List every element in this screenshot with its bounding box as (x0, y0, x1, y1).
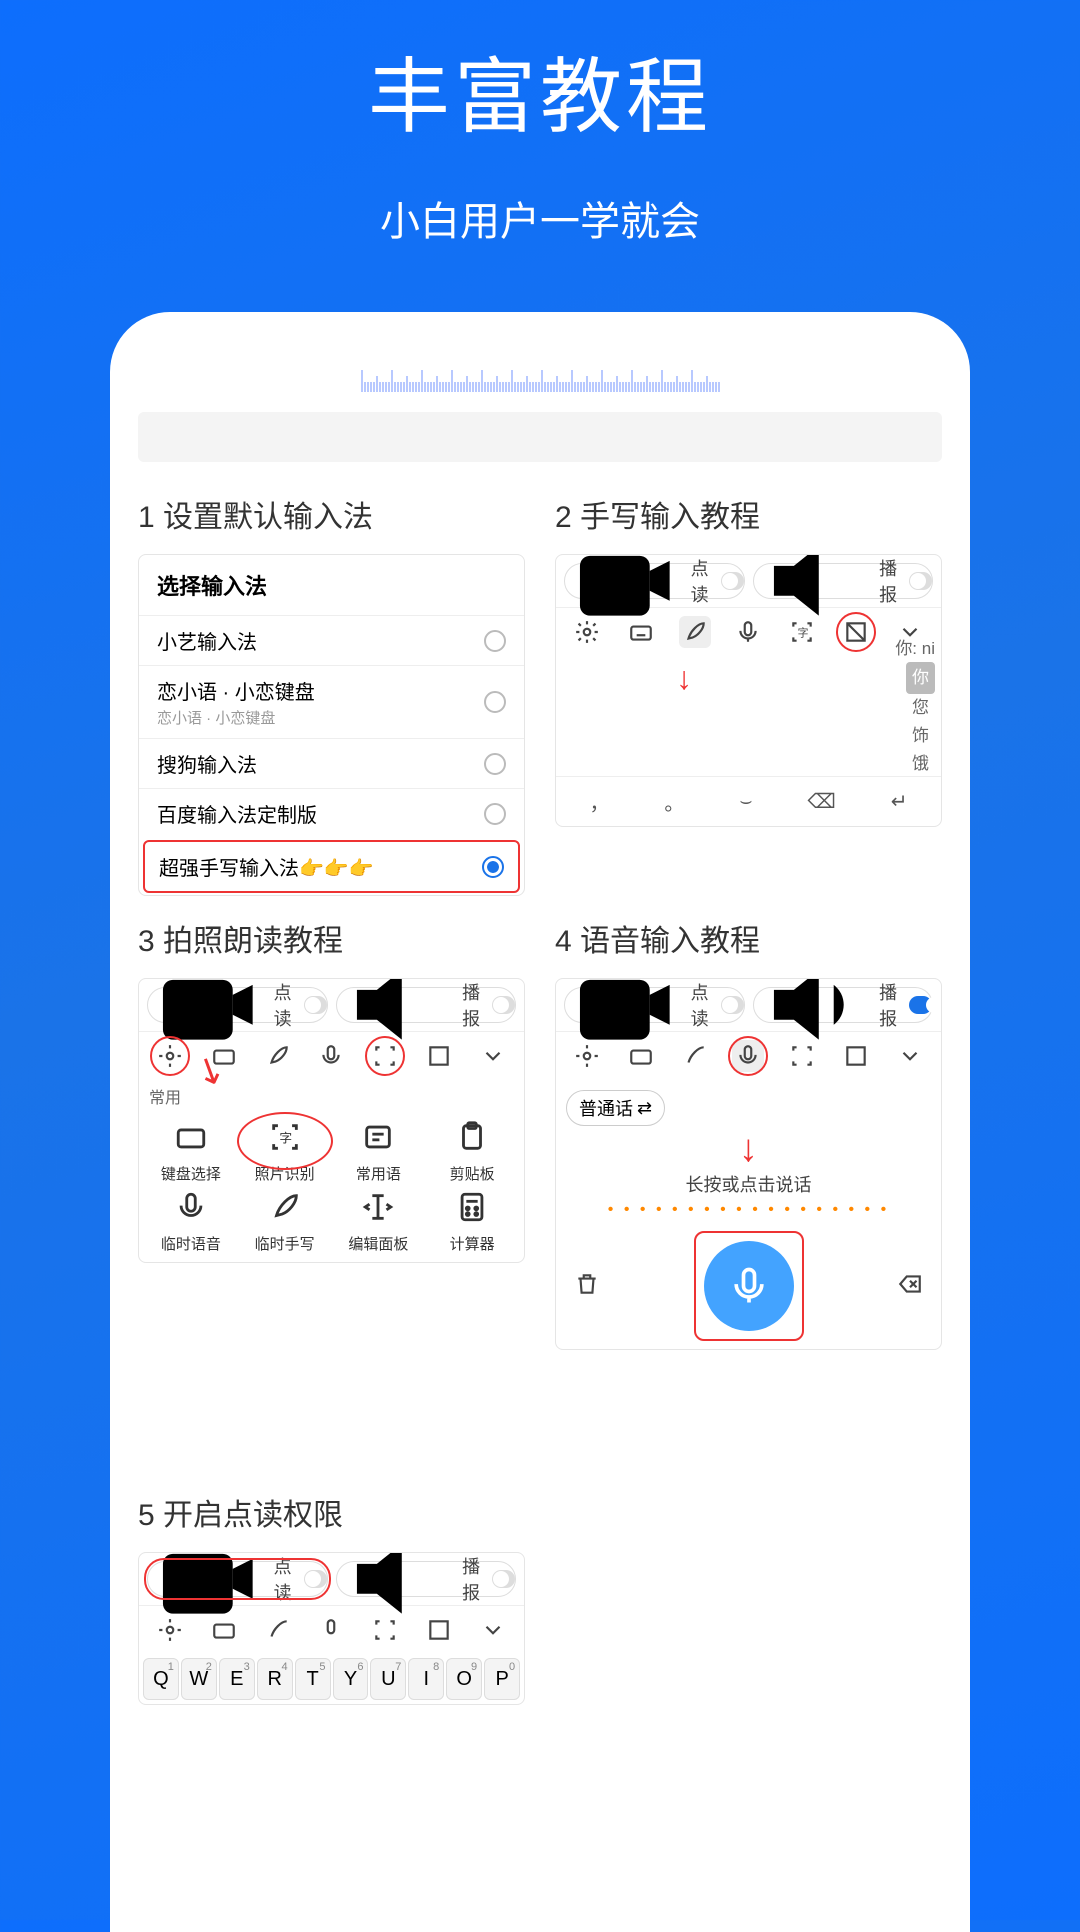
scan-icon[interactable]: 字 (786, 616, 818, 648)
tool-calculator[interactable]: 计算器 (428, 1190, 516, 1254)
ime-selector-heading: 选择输入法 (139, 555, 524, 615)
resize-icon[interactable] (840, 1040, 872, 1072)
key-p[interactable]: P0 (484, 1658, 520, 1700)
tutorial-4-title: 4 语音输入教程 (555, 916, 942, 960)
backspace-key[interactable]: ⌫ (808, 789, 836, 814)
ime-option[interactable]: 小艺输入法 (139, 615, 524, 665)
resize-icon[interactable] (423, 1040, 455, 1072)
tool-photo-ocr[interactable]: 字照片识别 (241, 1120, 329, 1184)
handwrite-area[interactable]: ↓ 你: ni 你 您 饰 饿 (556, 656, 941, 776)
key-e[interactable]: E3 (219, 1658, 255, 1700)
mic-icon (727, 1264, 771, 1308)
chevron-down-icon[interactable] (894, 1040, 926, 1072)
tool-temp-handwrite[interactable]: 临时手写 (241, 1190, 329, 1254)
qwerty-row: Q1W2E3R4T5Y6U7I8O9P0 (139, 1654, 524, 1704)
keyboard-icon[interactable] (625, 1040, 657, 1072)
chevron-down-icon[interactable] (477, 1614, 509, 1646)
ime-option-selected[interactable]: 超强手写输入法👉👉👉 (143, 840, 520, 893)
feather-icon[interactable] (262, 1614, 294, 1646)
ime-selector-card: 选择输入法 小艺输入法 恋小语 · 小恋键盘恋小语 · 小恋键盘 搜狗输入法 百… (138, 554, 525, 896)
ime-option[interactable]: 搜狗输入法 (139, 738, 524, 788)
read-toggle[interactable]: 点读 (564, 987, 745, 1023)
scan-icon[interactable] (369, 1040, 401, 1072)
trash-icon[interactable] (574, 1271, 600, 1302)
mic-button[interactable] (704, 1241, 794, 1331)
candidate-list[interactable]: 你 您 饰 饿 (906, 662, 935, 778)
pinyin-label: 你: ni (895, 634, 935, 659)
ime-option[interactable]: 百度输入法定制版 (139, 788, 524, 838)
key-r[interactable]: R4 (257, 1658, 293, 1700)
page-header: 丰富教程 小白用户一学就会 (0, 0, 1080, 247)
chevron-down-icon[interactable] (477, 1040, 509, 1072)
tap-read-card: 点读 播报 Q1W2E3R4T5Y6U7I8O9P0 (138, 1552, 525, 1705)
svg-text:字: 字 (798, 625, 809, 639)
page-title: 丰富教程 (0, 30, 1080, 149)
radio-icon-selected (482, 856, 504, 878)
tutorial-1-title: 1 设置默认输入法 (138, 492, 525, 536)
resize-icon[interactable] (840, 616, 872, 648)
key-i[interactable]: I8 (408, 1658, 444, 1700)
key-y[interactable]: Y6 (333, 1658, 369, 1700)
key-o[interactable]: O9 (446, 1658, 482, 1700)
photo-read-card: 点读 播报 常用 ↘ (138, 978, 525, 1263)
key-u[interactable]: U7 (370, 1658, 406, 1700)
page-subtitle: 小白用户一学就会 (0, 189, 1080, 247)
speak-toggle[interactable]: 播报 (336, 1561, 517, 1597)
scan-icon[interactable] (369, 1614, 401, 1646)
mic-icon[interactable] (315, 1040, 347, 1072)
settings-icon[interactable] (154, 1614, 186, 1646)
red-arrow-icon: ↓ (556, 1128, 941, 1171)
period-key[interactable]: 。 (664, 787, 684, 816)
voice-input-card: 点读 播报 普通话 ⇄ ↓ (555, 978, 942, 1350)
key-t[interactable]: T5 (295, 1658, 331, 1700)
radio-icon (484, 753, 506, 775)
read-toggle[interactable]: 点读 (147, 987, 328, 1023)
radio-icon (484, 803, 506, 825)
keyboard-icon[interactable] (208, 1614, 240, 1646)
phone-frame: 1 设置默认输入法 选择输入法 小艺输入法 恋小语 · 小恋键盘恋小语 · 小恋… (110, 312, 970, 1932)
tool-keyboard-select[interactable]: 键盘选择 (147, 1120, 235, 1184)
radio-icon (484, 691, 506, 713)
key-q[interactable]: Q1 (143, 1658, 179, 1700)
mic-icon[interactable] (315, 1614, 347, 1646)
backspace-icon[interactable] (897, 1271, 923, 1302)
ime-option[interactable]: 恋小语 · 小恋键盘恋小语 · 小恋键盘 (139, 665, 524, 738)
audio-ruler (138, 362, 942, 392)
read-toggle[interactable]: 点读 (564, 563, 745, 599)
tool-edit-panel[interactable]: 编辑面板 (335, 1190, 423, 1254)
handwrite-card: 点读 播报 字 ↓ (555, 554, 942, 827)
comma-key[interactable]: ， (589, 787, 609, 816)
waveform-dots: • • • • • • • • • • • • • • • • • • (556, 1197, 941, 1223)
mic-icon[interactable] (732, 1040, 764, 1072)
speak-toggle[interactable]: 播报 (753, 563, 934, 599)
speak-toggle-on[interactable]: 播报 (753, 987, 934, 1023)
scan-icon[interactable] (786, 1040, 818, 1072)
voice-hint: 长按或点击说话 (556, 1171, 941, 1197)
settings-icon[interactable] (571, 1040, 603, 1072)
resize-icon[interactable] (423, 1614, 455, 1646)
key-w[interactable]: W2 (181, 1658, 217, 1700)
enter-key[interactable]: ↵ (891, 789, 908, 814)
tutorial-5-title: 5 开启点读权限 (138, 1490, 525, 1534)
space-key[interactable]: ⌣ (739, 790, 752, 813)
keyboard-icon[interactable] (625, 616, 657, 648)
settings-icon[interactable] (571, 616, 603, 648)
read-toggle-highlighted[interactable]: 点读 (147, 1561, 328, 1597)
tutorial-3-title: 3 拍照朗读教程 (138, 916, 525, 960)
feather-icon[interactable] (262, 1040, 294, 1072)
settings-icon[interactable] (154, 1040, 186, 1072)
radio-icon (484, 630, 506, 652)
tool-phrases[interactable]: 常用语 (335, 1120, 423, 1184)
mic-icon[interactable] (732, 616, 764, 648)
search-placeholder-bar (138, 412, 942, 462)
feather-icon[interactable] (679, 616, 711, 648)
red-arrow-icon: ↓ (676, 660, 692, 697)
language-chip[interactable]: 普通话 ⇄ (566, 1090, 665, 1126)
tutorial-2-title: 2 手写输入教程 (555, 492, 942, 536)
feather-icon[interactable] (679, 1040, 711, 1072)
tool-temp-voice[interactable]: 临时语音 (147, 1190, 235, 1254)
speak-toggle[interactable]: 播报 (336, 987, 517, 1023)
tool-clipboard[interactable]: 剪贴板 (428, 1120, 516, 1184)
